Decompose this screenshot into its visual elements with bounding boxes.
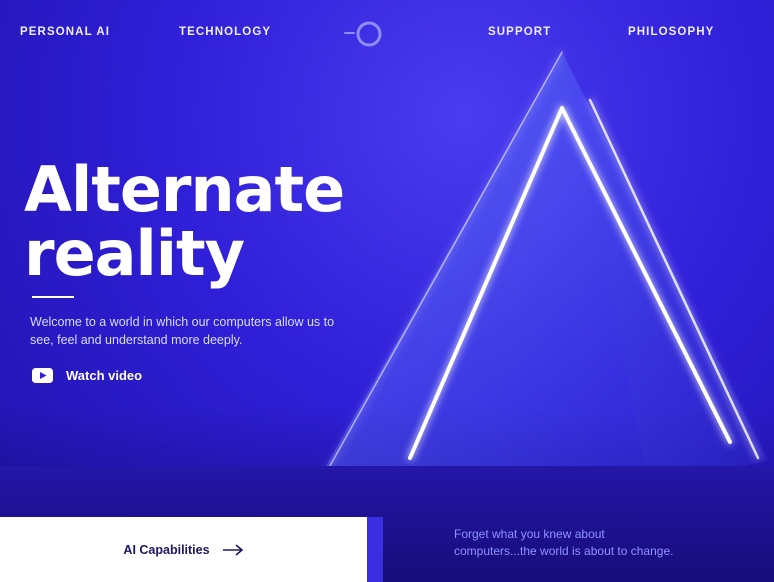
nav-item-personal-ai[interactable]: PERSONAL AI [20,26,110,38]
youtube-play-icon [32,367,53,383]
watch-video-label: Watch video [66,367,143,383]
hero-intro-line-2: see, feel and understand more deeply. [30,333,243,347]
footer-tagline-line-1: Forget what you knew about [454,527,605,541]
nav-item-technology[interactable]: TECHNOLOGY [179,26,271,38]
hero-divider [32,296,74,298]
ai-capabilities-label: AI Capabilities [123,542,210,557]
hero-title-line-2: reality [24,217,245,290]
capabilities-accent-bar [367,517,383,582]
nav-item-philosophy[interactable]: PHILOSOPHY [628,26,714,38]
hero-title-line-1: Alternate [24,153,345,226]
ai-capabilities-button[interactable]: AI Capabilities [0,517,367,582]
hero-title: Alternate reality [24,158,345,286]
glowing-pyramid-illustration [310,51,774,510]
nav-item-support[interactable]: SUPPORT [488,26,551,38]
hero-intro: Welcome to a world in which our computer… [30,313,370,349]
hero-intro-line-1: Welcome to a world in which our computer… [30,315,335,329]
arrow-right-icon [222,543,243,556]
footer-tagline-line-2: computers...the world is about to change… [454,544,674,558]
footer-tagline: Forget what you knew about computers...t… [454,526,754,560]
watch-video-button[interactable]: Watch video [32,366,142,384]
